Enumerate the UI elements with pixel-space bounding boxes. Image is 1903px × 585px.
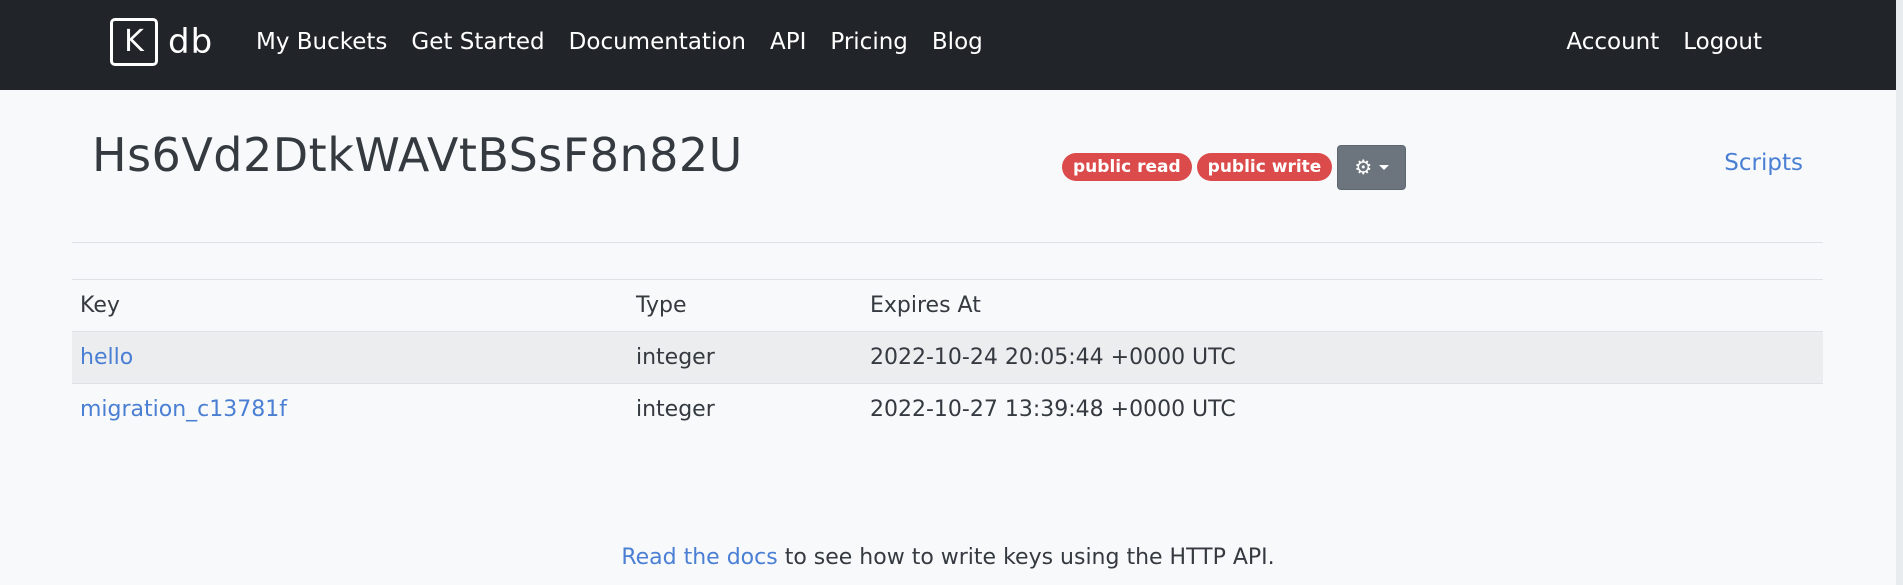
- column-header-type: Type: [628, 279, 862, 332]
- column-header-key: Key: [72, 279, 628, 332]
- logo-text: db: [168, 22, 214, 62]
- column-header-expires-at: Expires At: [862, 279, 1823, 332]
- keys-table: Key Type Expires At hello integer 2022-1…: [72, 279, 1823, 436]
- bucket-badges: public read public write ⚙: [1062, 144, 1407, 190]
- top-navbar: K db My Buckets Get Started Documentatio…: [0, 0, 1896, 90]
- public-write-badge: public write: [1196, 153, 1333, 181]
- bucket-title: Hs6Vd2DtkWAVtBSsF8n82U: [92, 128, 743, 182]
- nav-blog[interactable]: Blog: [932, 29, 983, 55]
- nav-pricing[interactable]: Pricing: [830, 29, 908, 55]
- key-cell: migration_c13781f: [72, 384, 628, 436]
- type-cell: integer: [636, 397, 715, 423]
- key-cell: hello: [72, 331, 628, 384]
- nav-get-started[interactable]: Get Started: [411, 29, 544, 55]
- caret-down-icon: [1379, 164, 1390, 170]
- public-read-badge: public read: [1062, 153, 1192, 181]
- table-header-row: Key Type Expires At: [72, 279, 1823, 332]
- table-row: hello integer 2022-10-24 20:05:44 +0000 …: [72, 331, 1823, 384]
- logo-mark: K: [110, 18, 158, 66]
- expires-cell: 2022-10-24 20:05:44 +0000 UTC: [862, 331, 1823, 384]
- nav-account[interactable]: Account: [1566, 29, 1659, 55]
- nav-logout[interactable]: Logout: [1683, 29, 1762, 55]
- brand-logo[interactable]: K db: [110, 18, 213, 66]
- docs-hint-text: to see how to write keys using the HTTP …: [777, 545, 1275, 570]
- type-cell: integer: [628, 331, 862, 384]
- key-link[interactable]: migration_c13781f: [80, 397, 287, 422]
- expires-cell: 2022-10-27 13:39:48 +0000 UTC: [870, 397, 1236, 423]
- nav-documentation[interactable]: Documentation: [569, 29, 746, 55]
- bucket-settings-dropdown-button[interactable]: ⚙: [1337, 144, 1407, 190]
- account-nav: Account Logout: [1566, 0, 1762, 84]
- nav-my-buckets[interactable]: My Buckets: [256, 29, 387, 55]
- page-scrollbar[interactable]: [1896, 0, 1903, 585]
- nav-api[interactable]: API: [770, 29, 806, 55]
- read-the-docs-link[interactable]: Read the docs: [621, 545, 777, 570]
- primary-nav: My Buckets Get Started Documentation API…: [256, 0, 983, 84]
- key-link[interactable]: hello: [80, 345, 133, 370]
- docs-hint: Read the docs to see how to write keys u…: [0, 545, 1896, 570]
- section-divider: [72, 242, 1823, 243]
- table-row: migration_c13781f integer 2022-10-27 13:…: [72, 384, 1823, 436]
- scripts-link[interactable]: Scripts: [1724, 150, 1803, 176]
- gear-icon: ⚙: [1354, 155, 1373, 179]
